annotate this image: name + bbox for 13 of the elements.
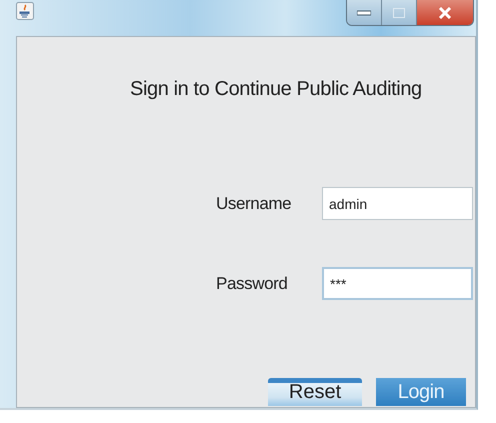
app-icon [16,2,34,20]
form-title: Sign in to Continue Public Auditing [130,78,423,101]
field-label: Username [216,194,292,214]
username-field[interactable]: admin [322,187,473,220]
password-field[interactable]: *** [322,267,473,300]
reset-button[interactable]: Reset [268,378,362,406]
field-label: Password [216,274,288,294]
minimize-button[interactable] [347,0,382,25]
minimize-icon [357,10,371,16]
maximize-button[interactable] [382,0,417,25]
close-button[interactable] [417,0,473,25]
close-icon [438,6,452,18]
maximize-icon [393,8,405,18]
